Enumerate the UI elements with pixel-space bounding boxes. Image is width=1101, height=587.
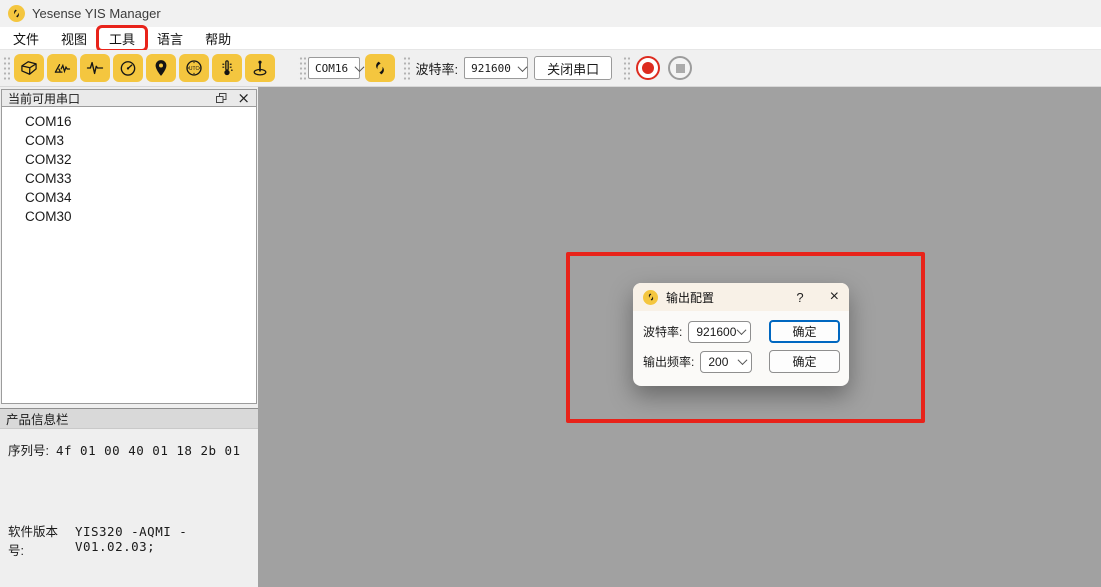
svg-text:UTC: UTC	[188, 66, 199, 72]
software-version-value: YIS320 -AQMI -V01.02.03;	[75, 524, 250, 554]
product-info-title: 产品信息栏	[6, 409, 69, 428]
location-pin-icon	[151, 58, 171, 78]
cube-3d-icon	[19, 58, 39, 78]
cube-3d-button[interactable]	[14, 54, 44, 82]
menu-item-language[interactable]: 语言	[146, 27, 194, 50]
angle-waveform-icon	[52, 58, 72, 78]
software-version-row: 软件版本号: YIS320 -AQMI -V01.02.03;	[8, 521, 250, 559]
serial-number-label: 序列号:	[8, 440, 49, 459]
product-info-header: 产品信息栏	[0, 408, 258, 429]
baud-rate-select[interactable]: 921600	[464, 57, 528, 79]
baud-rate-label: 波特率:	[416, 59, 459, 78]
product-info-body: 序列号: 4f 01 00 40 01 18 2b 01 软件版本号: YIS3…	[0, 429, 258, 587]
output-rate-confirm-button[interactable]: 确定	[769, 350, 840, 373]
dialog-baud-value: 921600	[696, 325, 736, 339]
chevron-down-icon	[355, 62, 365, 72]
dialog-baud-select[interactable]: 921600	[688, 321, 751, 343]
menu-bar: 文件 视图 工具 语言 帮助	[0, 27, 1101, 50]
chevron-down-icon	[737, 325, 747, 335]
angle-waveform-button[interactable]	[47, 54, 77, 82]
location-pin-button[interactable]	[146, 54, 176, 82]
dialog-output-rate-label: 输出频率:	[643, 353, 694, 370]
thermometer-button[interactable]	[212, 54, 242, 82]
dialog-title-bar[interactable]: 输出配置 ? ×	[633, 283, 849, 311]
dock-close-icon[interactable]: ×	[237, 91, 250, 105]
utc-clock-icon: UTC	[184, 58, 204, 78]
float-panel-icon[interactable]	[216, 93, 227, 104]
port-select-value: COM16	[315, 62, 348, 75]
port-select[interactable]: COM16	[308, 57, 360, 79]
port-list-item[interactable]: COM3	[2, 131, 256, 150]
dock-header: 当前可用串口 ×	[1, 89, 257, 107]
dialog-logo-icon	[643, 290, 658, 305]
thermometer-icon	[217, 58, 237, 78]
record-button[interactable]	[636, 56, 660, 80]
port-list-item[interactable]: COM16	[2, 112, 256, 131]
chevron-down-icon	[738, 355, 748, 365]
dock-title: 当前可用串口	[8, 90, 80, 107]
pressure-pin-button[interactable]	[245, 54, 275, 82]
pressure-pin-icon	[250, 58, 270, 78]
toolbar-grip[interactable]	[2, 55, 10, 81]
refresh-ports-button[interactable]	[365, 54, 395, 82]
menu-item-view[interactable]: 视图	[50, 27, 98, 50]
title-bar: Yesense YIS Manager	[0, 0, 1101, 27]
baud-confirm-button[interactable]: 确定	[769, 320, 840, 343]
stop-button[interactable]	[668, 56, 692, 80]
baud-rate-value: 921600	[471, 62, 511, 75]
port-list[interactable]: COM16 COM3 COM32 COM33 COM34 COM30	[1, 107, 257, 404]
utc-clock-button[interactable]: UTC	[179, 54, 209, 82]
dialog-body: 波特率: 921600 确定 输出频率: 200 确定	[633, 311, 849, 386]
toolbar-grip[interactable]	[402, 55, 410, 81]
app-window: Yesense YIS Manager 文件 视图 工具 语言 帮助	[0, 0, 1101, 587]
stop-icon	[676, 64, 685, 73]
software-version-label: 软件版本号:	[8, 521, 68, 559]
port-list-item[interactable]: COM30	[2, 207, 256, 226]
record-icon	[642, 62, 654, 74]
serial-number-row: 序列号: 4f 01 00 40 01 18 2b 01	[8, 440, 250, 459]
menu-item-help[interactable]: 帮助	[194, 27, 242, 50]
port-list-item[interactable]: COM32	[2, 150, 256, 169]
dialog-close-icon[interactable]: ×	[830, 290, 839, 304]
port-list-item[interactable]: COM34	[2, 188, 256, 207]
baud-rate-row: 波特率: 921600 确定	[643, 320, 840, 343]
app-logo-icon	[8, 5, 25, 22]
port-list-item[interactable]: COM33	[2, 169, 256, 188]
toolbar: UTC COM16	[0, 50, 1101, 87]
close-serial-port-button[interactable]: 关闭串口	[534, 56, 612, 80]
dialog-help-icon[interactable]: ?	[796, 290, 803, 305]
gauge-button[interactable]	[113, 54, 143, 82]
pulse-waveform-icon	[85, 58, 105, 78]
serial-port-dock: 当前可用串口 × COM16 COM3 COM32 COM33 COM34 CO…	[0, 87, 258, 587]
gauge-icon	[118, 58, 138, 78]
toolbar-grip[interactable]	[298, 55, 306, 81]
chevron-down-icon	[517, 62, 527, 72]
pulse-waveform-button[interactable]	[80, 54, 110, 82]
output-config-dialog: 输出配置 ? × 波特率: 921600 确定 输出频率: 200 确定	[633, 283, 849, 386]
serial-number-value: 4f 01 00 40 01 18 2b 01	[56, 443, 241, 458]
refresh-ports-icon	[371, 59, 389, 77]
dialog-title: 输出配置	[666, 289, 714, 306]
menu-item-tools[interactable]: 工具	[98, 27, 146, 50]
window-title: Yesense YIS Manager	[32, 6, 161, 21]
dialog-output-rate-value: 200	[708, 355, 728, 369]
output-rate-row: 输出频率: 200 确定	[643, 350, 840, 373]
dialog-baud-label: 波特率:	[643, 323, 682, 340]
menu-item-file[interactable]: 文件	[2, 27, 50, 50]
dialog-output-rate-select[interactable]: 200	[700, 351, 752, 373]
toolbar-grip[interactable]	[622, 55, 630, 81]
